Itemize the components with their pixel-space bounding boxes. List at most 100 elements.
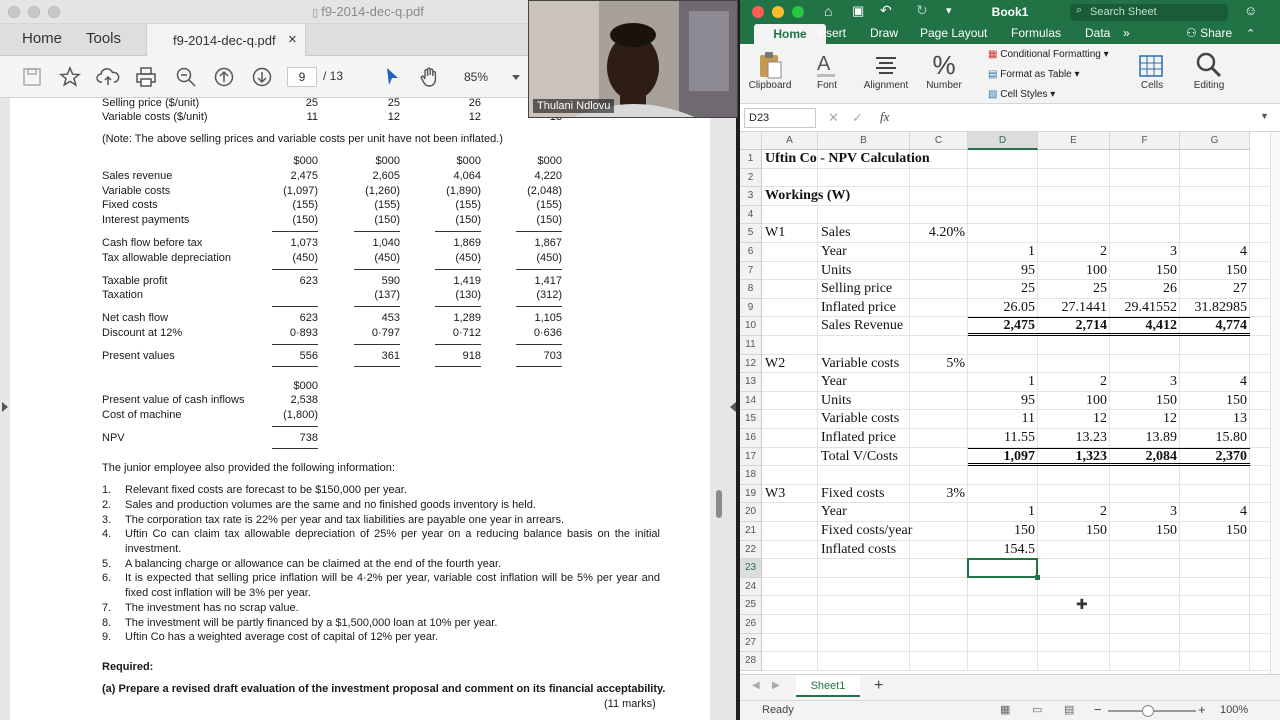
- cell-c19[interactable]: 3%: [910, 485, 968, 504]
- row-header-11[interactable]: 11: [740, 336, 762, 355]
- cell-b13[interactable]: Year: [818, 373, 910, 392]
- column-header-b[interactable]: B: [818, 132, 910, 150]
- cell-g8[interactable]: 27: [1180, 280, 1250, 299]
- zoom-out-icon[interactable]: [174, 65, 198, 89]
- select-all-corner[interactable]: [740, 132, 762, 150]
- select-cursor-icon[interactable]: [380, 65, 404, 89]
- cell-f6[interactable]: 3: [1110, 243, 1180, 262]
- cell-b12[interactable]: Variable costs: [818, 355, 910, 374]
- cell-f14[interactable]: 150: [1110, 392, 1180, 411]
- cell-e6[interactable]: 2: [1038, 243, 1110, 262]
- row-header-28[interactable]: 28: [740, 652, 762, 671]
- cell-b20[interactable]: Year: [818, 503, 910, 522]
- row-header-23[interactable]: 23: [740, 559, 762, 578]
- cell-d7[interactable]: 95: [968, 262, 1038, 281]
- cell-e20[interactable]: 2: [1038, 503, 1110, 522]
- column-header-d[interactable]: D: [968, 132, 1038, 150]
- column-header-c[interactable]: C: [910, 132, 968, 150]
- cell-g6[interactable]: 4: [1180, 243, 1250, 262]
- row-header-16[interactable]: 16: [740, 429, 762, 448]
- right-panel-toggle[interactable]: [710, 98, 736, 720]
- alignment-group[interactable]: Alignment: [860, 50, 912, 91]
- cell-f8[interactable]: 26: [1110, 280, 1180, 299]
- cell-b14[interactable]: Units: [818, 392, 910, 411]
- account-icon[interactable]: ☺: [1244, 3, 1257, 18]
- tab-insert[interactable]: Insert: [816, 26, 846, 40]
- cell-f20[interactable]: 3: [1110, 503, 1180, 522]
- hand-tool-icon[interactable]: [418, 65, 442, 89]
- row-header-27[interactable]: 27: [740, 633, 762, 653]
- column-header-g[interactable]: G: [1180, 132, 1250, 150]
- cell-g14[interactable]: 150: [1180, 392, 1250, 411]
- page-break-view-icon[interactable]: ▤: [1064, 703, 1074, 716]
- cell-b8[interactable]: Selling price: [818, 280, 910, 299]
- scroll-tabs-left-icon[interactable]: ◀: [752, 680, 760, 691]
- cell-f16[interactable]: 13.89: [1110, 429, 1180, 448]
- left-panel-toggle[interactable]: [0, 98, 10, 720]
- expand-formula-icon[interactable]: ▼: [1260, 111, 1269, 121]
- cell-e16[interactable]: 13.23: [1038, 429, 1110, 448]
- row-header-10[interactable]: 10: [740, 317, 762, 336]
- cell-c12[interactable]: 5%: [910, 355, 968, 374]
- cell-f7[interactable]: 150: [1110, 262, 1180, 281]
- row-header-12[interactable]: 12: [740, 354, 762, 374]
- cell-g16[interactable]: 15.80: [1180, 429, 1250, 448]
- row-header-3[interactable]: 3: [740, 187, 762, 206]
- cell-a1[interactable]: Uftin Co - NPV Calculation: [762, 150, 1062, 169]
- worksheet-grid[interactable]: A B C D E F G 1 2 3 4 5 6 7 8 9 10 11 12 13 14 15 16 17 18 19 20 21…: [740, 132, 1270, 674]
- cell-b22[interactable]: Inflated costs: [818, 541, 910, 560]
- row-header-4[interactable]: 4: [740, 205, 762, 225]
- cell-g13[interactable]: 4: [1180, 373, 1250, 392]
- cell-d15[interactable]: 11: [968, 410, 1038, 429]
- row-header-22[interactable]: 22: [740, 540, 762, 560]
- row-header-25[interactable]: 25: [740, 596, 762, 615]
- cell-g15[interactable]: 13: [1180, 410, 1250, 429]
- cell-c5[interactable]: 4.20%: [910, 224, 968, 243]
- cell-d8[interactable]: 25: [968, 280, 1038, 299]
- fill-handle[interactable]: [1035, 574, 1040, 580]
- cell-d6[interactable]: 1: [968, 243, 1038, 262]
- sheet-tab-sheet1[interactable]: Sheet1: [796, 675, 860, 697]
- cell-f15[interactable]: 12: [1110, 410, 1180, 429]
- tab-tools[interactable]: Tools: [86, 30, 121, 47]
- column-header-e[interactable]: E: [1038, 132, 1110, 150]
- cell-e13[interactable]: 2: [1038, 373, 1110, 392]
- cell-e21[interactable]: 150: [1038, 522, 1110, 541]
- tab-home[interactable]: Home: [22, 30, 62, 47]
- row-header-13[interactable]: 13: [740, 373, 762, 392]
- tab-formulas[interactable]: Formulas: [1011, 26, 1061, 40]
- cell-d9[interactable]: 26.05: [968, 299, 1038, 318]
- cell-d16[interactable]: 11.55: [968, 429, 1038, 448]
- row-header-26[interactable]: 26: [740, 615, 762, 634]
- cell-f21[interactable]: 150: [1110, 522, 1180, 541]
- cell-e8[interactable]: 25: [1038, 280, 1110, 299]
- cell-g7[interactable]: 150: [1180, 262, 1250, 281]
- row-header-9[interactable]: 9: [740, 298, 762, 318]
- cell-styles-button[interactable]: ▧ Cell Styles ▾: [988, 89, 1055, 100]
- add-sheet-button[interactable]: +: [874, 677, 883, 695]
- row-header-5[interactable]: 5: [740, 224, 762, 243]
- collapse-ribbon-icon[interactable]: ⌃: [1246, 27, 1255, 40]
- upload-cloud-icon[interactable]: [96, 65, 120, 89]
- cell-a12[interactable]: W2: [762, 355, 818, 374]
- cell-b10[interactable]: Sales Revenue: [818, 317, 910, 336]
- normal-view-icon[interactable]: ▦: [1000, 703, 1010, 716]
- previous-page-icon[interactable]: [212, 65, 236, 89]
- clipboard-group[interactable]: Clipboard: [748, 50, 792, 91]
- cell-b6[interactable]: Year: [818, 243, 910, 262]
- row-header-7[interactable]: 7: [740, 261, 762, 281]
- tab-data[interactable]: Data: [1085, 26, 1110, 40]
- row-header-21[interactable]: 21: [740, 522, 762, 541]
- cell-d13[interactable]: 1: [968, 373, 1038, 392]
- cell-a19[interactable]: W3: [762, 485, 818, 504]
- cell-e15[interactable]: 12: [1038, 410, 1110, 429]
- insert-function-icon[interactable]: fx: [880, 109, 889, 125]
- column-header-a[interactable]: A: [762, 132, 818, 150]
- share-button[interactable]: ⚇ Share: [1186, 26, 1232, 40]
- cell-e7[interactable]: 100: [1038, 262, 1110, 281]
- confirm-entry-icon[interactable]: ✓: [852, 110, 863, 126]
- tab-draw[interactable]: Draw: [870, 26, 898, 40]
- cell-g20[interactable]: 4: [1180, 503, 1250, 522]
- conditional-formatting-button[interactable]: ▦ Conditional Formatting ▾: [988, 49, 1109, 60]
- selected-cell-d23[interactable]: [967, 558, 1038, 578]
